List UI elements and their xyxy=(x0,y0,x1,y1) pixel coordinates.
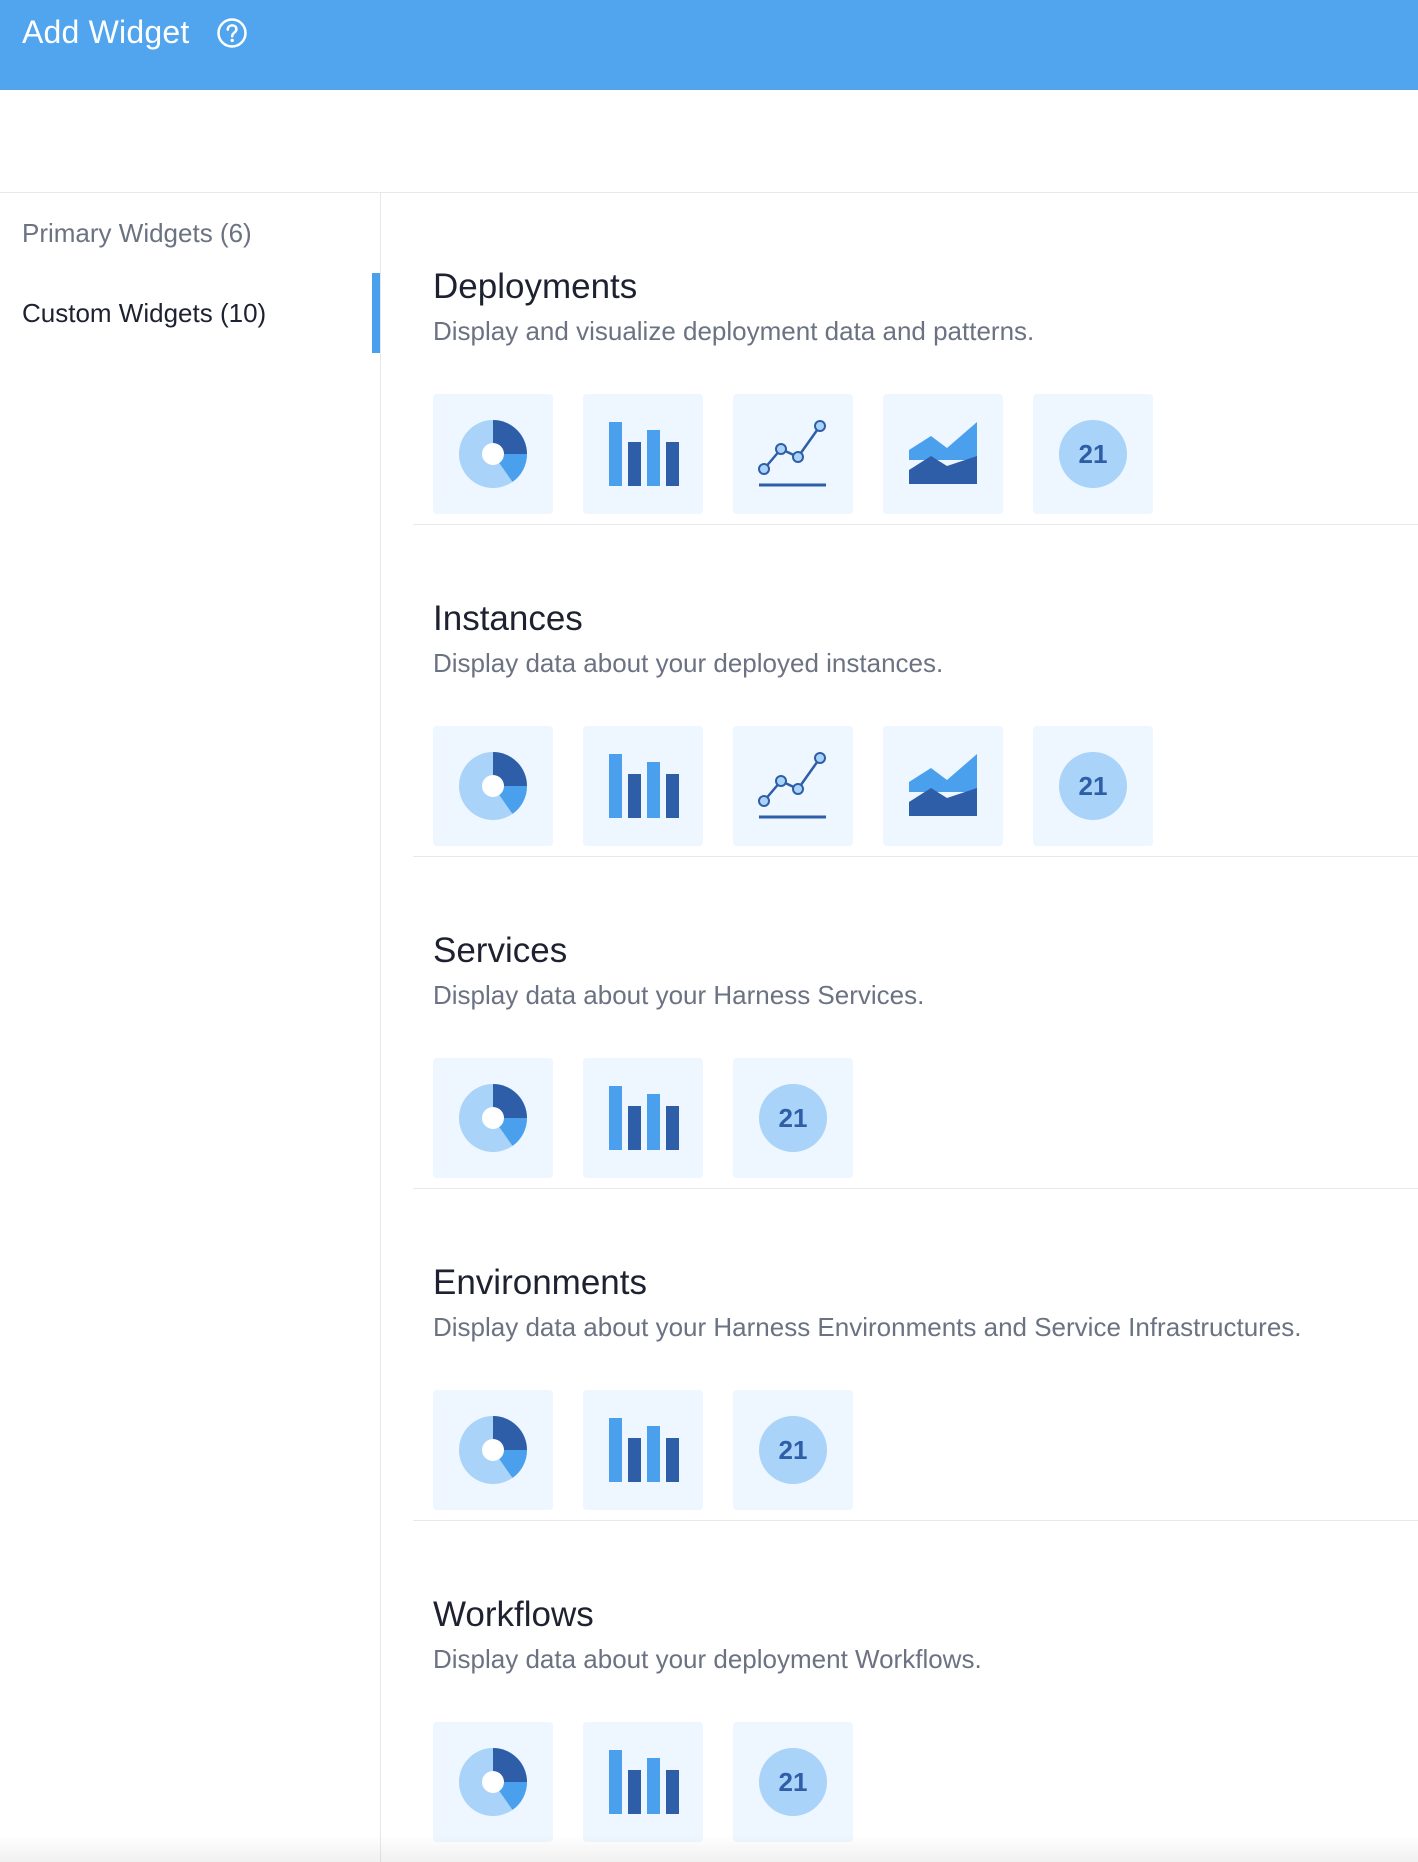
number-icon: 21 xyxy=(1059,752,1127,820)
help-circle-icon[interactable] xyxy=(216,17,248,49)
bar-chart-icon xyxy=(609,1086,679,1150)
sidebar-item-label: Primary Widgets (6) xyxy=(22,218,252,248)
category-services: Services Display data about your Harness … xyxy=(413,857,1418,1189)
category-title: Deployments xyxy=(433,267,638,306)
widget-tile-bar[interactable] xyxy=(583,726,703,846)
widget-tile-bar[interactable] xyxy=(583,1722,703,1842)
pie-chart-icon xyxy=(459,420,527,488)
widget-tile-line[interactable] xyxy=(733,394,853,514)
pie-chart-icon xyxy=(459,752,527,820)
bar-chart-icon xyxy=(609,1418,679,1482)
widget-tile-bar[interactable] xyxy=(583,1058,703,1178)
sidebar-item-label: Custom Widgets (10) xyxy=(22,298,267,328)
category-deployments: Deployments Display and visualize deploym… xyxy=(413,193,1418,525)
bar-chart-icon xyxy=(609,1750,679,1814)
widget-tile-pie[interactable] xyxy=(433,1390,553,1510)
widget-tile-number[interactable]: 21 xyxy=(1033,394,1153,514)
category-title: Services xyxy=(433,931,568,970)
page-title: Add Widget xyxy=(22,14,190,50)
category-title: Instances xyxy=(433,599,583,638)
widget-tile-number[interactable]: 21 xyxy=(733,1058,853,1178)
scroll-fade xyxy=(0,1835,1418,1862)
area-chart-icon xyxy=(909,754,977,816)
widget-tile-number[interactable]: 21 xyxy=(733,1722,853,1842)
active-indicator xyxy=(372,273,380,353)
widget-tile-bar[interactable] xyxy=(583,1390,703,1510)
sidebar-item-primary-widgets[interactable]: Primary Widgets (6) xyxy=(0,193,380,273)
line-chart-icon xyxy=(758,420,826,487)
bar-chart-icon xyxy=(609,422,679,486)
number-icon: 21 xyxy=(759,1084,827,1152)
category-description: Display data about your deployed instanc… xyxy=(433,648,944,678)
widget-tile-area[interactable] xyxy=(883,726,1003,846)
category-description: Display data about your Harness Services… xyxy=(433,980,925,1010)
category-description: Display and visualize deployment data an… xyxy=(433,316,1035,346)
toolbar-area xyxy=(0,90,1418,193)
widget-tile-bar[interactable] xyxy=(583,394,703,514)
category-title: Environments xyxy=(433,1263,647,1302)
sidebar-item-custom-widgets[interactable]: Custom Widgets (10) xyxy=(0,273,380,353)
widget-tile-pie[interactable] xyxy=(433,394,553,514)
category-environments: Environments Display data about your Harn… xyxy=(413,1189,1418,1521)
pie-chart-icon xyxy=(459,1416,527,1484)
widget-tile-pie[interactable] xyxy=(433,1058,553,1178)
widget-tile-pie[interactable] xyxy=(433,726,553,846)
area-chart-icon xyxy=(909,422,977,484)
category-title: Workflows xyxy=(433,1595,594,1634)
category-instances: Instances Display data about your deploye… xyxy=(413,525,1418,857)
category-description: Display data about your Harness Environm… xyxy=(433,1312,1302,1342)
pie-chart-icon xyxy=(459,1748,527,1816)
widget-tile-line[interactable] xyxy=(733,726,853,846)
widget-tile-number[interactable]: 21 xyxy=(733,1390,853,1510)
pie-chart-icon xyxy=(459,1084,527,1152)
number-icon: 21 xyxy=(759,1416,827,1484)
line-chart-icon xyxy=(758,752,826,819)
number-icon: 21 xyxy=(759,1748,827,1816)
header-bar: Add Widget xyxy=(0,0,1418,90)
widget-tile-pie[interactable] xyxy=(433,1722,553,1842)
widget-tile-area[interactable] xyxy=(883,394,1003,514)
category-workflows: Workflows Display data about your deploym… xyxy=(413,1521,1418,1853)
sidebar: Primary Widgets (6) Custom Widgets (10) xyxy=(0,193,381,1862)
widget-tile-number[interactable]: 21 xyxy=(1033,726,1153,846)
number-icon: 21 xyxy=(1059,420,1127,488)
category-description: Display data about your deployment Workf… xyxy=(433,1644,982,1674)
bar-chart-icon xyxy=(609,754,679,818)
